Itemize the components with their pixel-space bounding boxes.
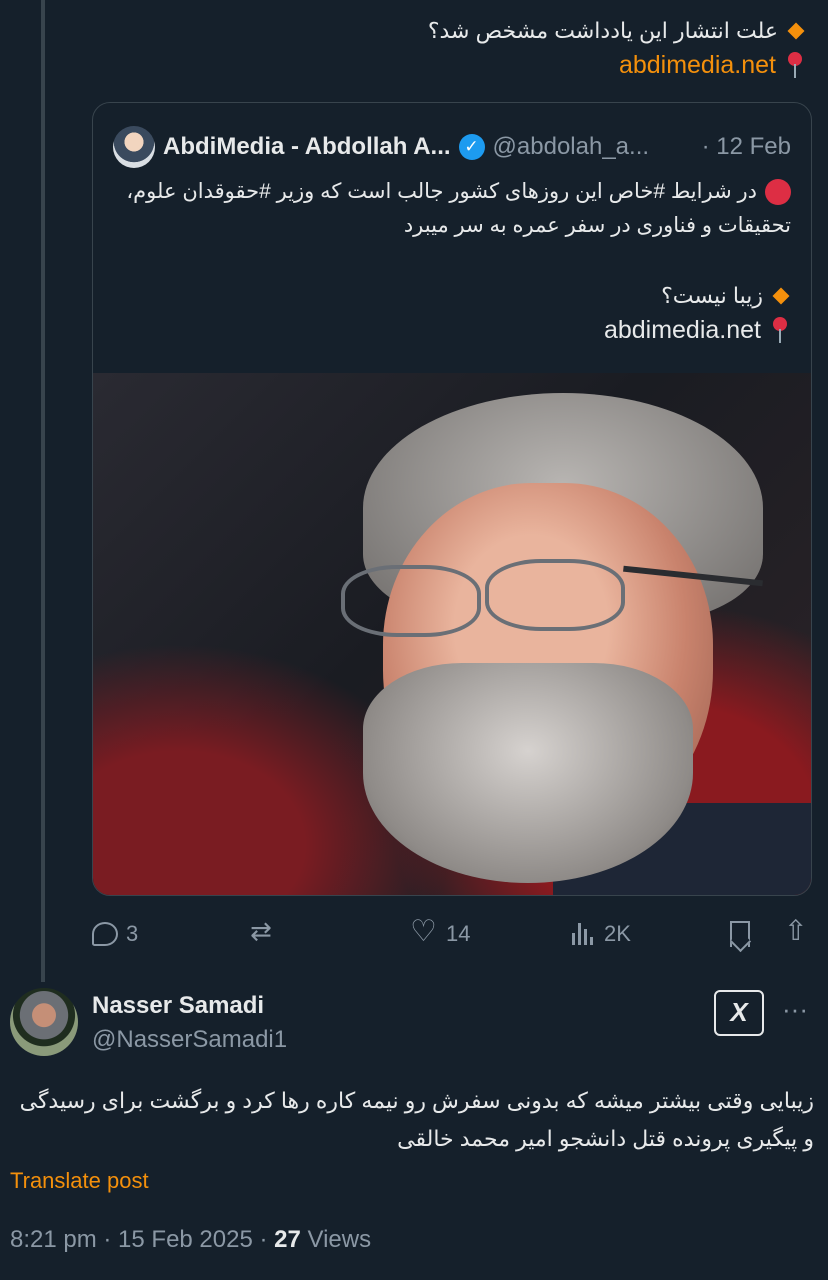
quoted-author-name[interactable]: AbdiMedia - Abdollah A... [163,133,451,161]
like-icon [410,914,438,949]
quoted-post-card[interactable]: AbdiMedia - Abdollah A... ✓ @abdolah_a..… [92,102,812,896]
translate-post-link[interactable]: Translate post [10,1168,149,1194]
post-timestamp[interactable]: 8:21 pm · 15 Feb 2025 · [10,1226,274,1253]
parent-post-link[interactable]: abdimedia.net [619,48,776,82]
parent-post-line1: علت انتشار این یادداشت مشخص شد؟ [427,18,778,43]
views-icon [568,920,596,948]
reply-button[interactable]: 3 [92,912,138,956]
post-text: زیبایی وقتی بیشتر میشه که بدونی سفرش رو … [19,1088,814,1151]
avatar[interactable] [10,988,78,1056]
share-button[interactable] [782,912,810,956]
quoted-post-header: AbdiMedia - Abdollah A... ✓ @abdolah_a..… [113,125,791,169]
post-author: Nasser Samadi @NasserSamadi1 X ··· [10,988,818,1058]
quoted-post-link[interactable]: abdimedia.net [604,313,761,347]
like-count: 14 [446,921,471,946]
views-label: Views [300,1226,372,1253]
repost-icon [250,916,278,948]
grok-icon[interactable]: X [714,990,764,1036]
more-icon[interactable]: ··· [780,996,810,1026]
bookmark-button[interactable] [730,912,750,956]
parent-post-text: علت انتشار این یادداشت مشخص شد؟ abdimedi… [106,14,806,82]
reply-count: 3 [126,921,139,946]
quoted-post-photo[interactable] [93,373,811,895]
quoted-author-avatar[interactable] [113,126,155,168]
author-name[interactable]: Nasser Samadi [92,992,264,1020]
orange-diamond-icon [772,287,790,305]
post-meta: 8:21 pm · 15 Feb 2025 · 27 Views [10,1226,371,1254]
views-number: 27 [274,1226,301,1253]
quoted-post-text: در شرایط #خاص این روزهای کشور جالب است ک… [126,180,791,237]
repost-button[interactable] [250,912,278,956]
round-pushpin-icon [769,315,791,345]
quoted-post-body: در شرایط #خاص این روزهای کشور جالب است ک… [111,175,791,347]
orange-diamond-icon [787,22,805,40]
author-handle[interactable]: @NasserSamadi1 [92,1026,287,1054]
red-circle-icon [765,179,791,206]
reply-icon [92,922,118,946]
action-bar: 3 14 2K [92,912,812,956]
share-icon [782,914,810,948]
views-button[interactable]: 2K [568,912,631,956]
views-count: 2K [604,921,631,946]
round-pushpin-icon [784,50,806,80]
quoted-post-date[interactable]: · 12 Feb [702,133,791,161]
quoted-post-question: زیبا نیست؟ [661,283,763,308]
bookmark-icon [730,921,750,947]
verified-badge-icon: ✓ [458,134,485,160]
thread-line [41,0,45,982]
quoted-author-handle[interactable]: @abdolah_a... [493,133,649,161]
like-button[interactable]: 14 [410,912,470,956]
